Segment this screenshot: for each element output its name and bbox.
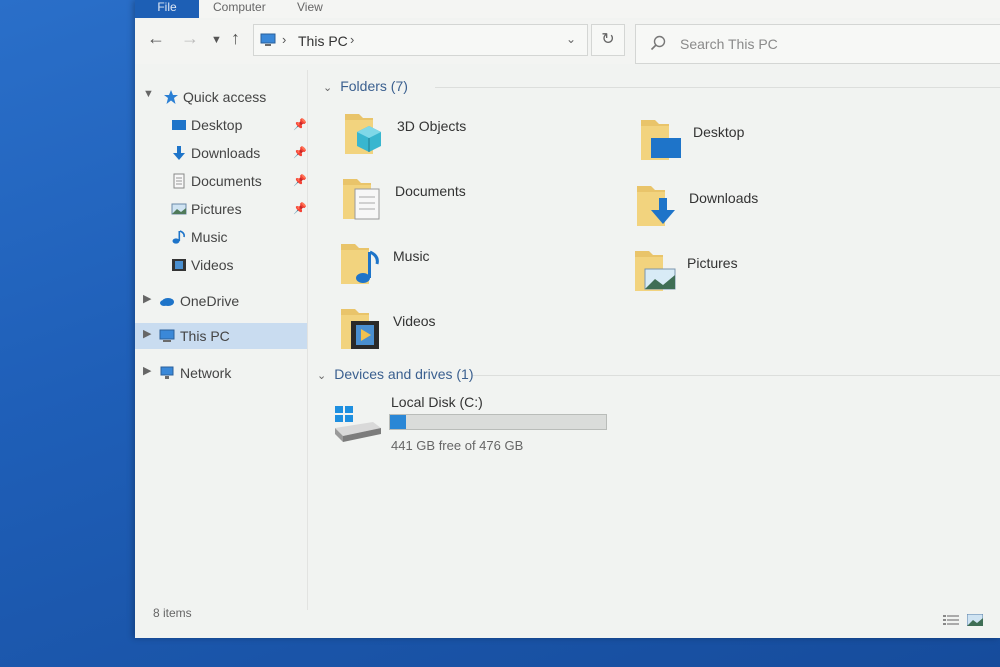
video-film-icon xyxy=(172,259,186,271)
sidebar-item-label: Desktop xyxy=(191,117,243,133)
navigation-bar: ← → ▼ ↑ › This PC › ⌄ ↻ xyxy=(135,20,1000,64)
group-header-label: Devices and drives (1) xyxy=(334,366,474,382)
sidebar-item-label: OneDrive xyxy=(180,293,240,309)
folder-label: Downloads xyxy=(689,190,759,206)
folder-documents-icon xyxy=(343,179,380,220)
search-box[interactable] xyxy=(635,24,1000,64)
pin-icon[interactable]: 📌 xyxy=(293,174,307,187)
folder-videos-icon xyxy=(341,309,379,349)
drive-usage-bar xyxy=(389,414,607,430)
sidebar-item-label: Music xyxy=(191,229,228,245)
folder-label: Videos xyxy=(393,313,436,329)
tab-view[interactable]: View xyxy=(297,0,323,18)
folder-desktop-icon xyxy=(641,120,681,160)
sidebar-item-documents[interactable]: Documents 📌 xyxy=(135,168,307,194)
search-input[interactable] xyxy=(678,35,982,53)
chevron-down-icon[interactable]: ⌄ xyxy=(323,82,332,94)
sidebar-item-desktop[interactable]: Desktop 📌 xyxy=(135,112,307,138)
address-bar[interactable]: › This PC › ⌄ xyxy=(253,24,588,56)
pin-icon[interactable]: 📌 xyxy=(293,146,307,159)
download-arrow-icon xyxy=(173,146,185,160)
folder-label: Pictures xyxy=(687,255,738,271)
navigation-pane: ▼ Quick access Desktop 📌 Downloads 📌 Doc… xyxy=(135,70,308,610)
folder-label: Desktop xyxy=(693,124,745,140)
folder-pictures[interactable]: Pictures xyxy=(633,245,883,301)
sidebar-item-downloads[interactable]: Downloads 📌 xyxy=(135,140,307,166)
sidebar-item-this-pc[interactable]: ▶ This PC xyxy=(135,323,307,349)
up-button[interactable]: ↑ xyxy=(231,28,240,49)
tab-computer[interactable]: Computer xyxy=(213,0,266,18)
folder-3d-objects[interactable]: 3D Objects xyxy=(343,108,593,164)
folder-label: 3D Objects xyxy=(397,118,467,134)
group-divider xyxy=(435,87,1000,88)
drive-label: Local Disk (C:) xyxy=(391,394,483,410)
refresh-button[interactable]: ↻ xyxy=(591,24,625,56)
document-icon xyxy=(173,173,185,189)
folder-pictures-icon xyxy=(635,251,676,291)
folders-group-header[interactable]: ⌄ Folders (7) xyxy=(323,78,408,94)
folder-label: Documents xyxy=(395,183,466,199)
folder-downloads-icon xyxy=(637,186,675,226)
drive-free-space: 441 GB free of 476 GB xyxy=(391,438,524,453)
folder-videos[interactable]: Videos xyxy=(339,303,589,359)
hard-drive-icon xyxy=(335,406,381,442)
folder-desktop[interactable]: Desktop xyxy=(639,114,889,170)
drive-local-disk-c[interactable]: Local Disk (C:) 441 GB free of 476 GB xyxy=(333,392,633,462)
sidebar-item-label: Documents xyxy=(191,173,262,189)
content-pane: ⌄ Folders (7) 3D Objects Desktop Documen… xyxy=(313,70,1000,610)
status-item-count: 8 items xyxy=(153,606,192,620)
pin-icon[interactable]: 📌 xyxy=(293,118,307,131)
chevron-right-icon[interactable]: ▶ xyxy=(143,292,151,305)
sidebar-item-network[interactable]: ▶ Network xyxy=(135,360,307,386)
sidebar-item-label: Videos xyxy=(191,257,234,273)
ribbon-tabs: File Computer View xyxy=(135,0,1000,18)
breadcrumb-this-pc[interactable]: This PC xyxy=(298,33,348,49)
music-note-icon xyxy=(172,230,185,244)
desktop-icon xyxy=(172,120,186,130)
folder-music-icon xyxy=(341,244,379,284)
folder-music[interactable]: Music xyxy=(339,238,589,294)
forward-button[interactable]: → xyxy=(181,28,199,49)
picture-icon xyxy=(171,203,187,215)
sidebar-item-label: Quick access xyxy=(183,89,267,105)
cloud-icon xyxy=(160,298,174,306)
sidebar-item-label: Network xyxy=(180,365,232,381)
star-icon xyxy=(164,90,178,104)
sidebar-item-quick-access[interactable]: ▼ Quick access xyxy=(135,84,307,110)
network-icon xyxy=(160,366,174,379)
group-divider xyxy=(473,375,1000,376)
folder-downloads[interactable]: Downloads xyxy=(635,180,885,236)
pin-icon[interactable]: 📌 xyxy=(293,202,307,215)
chevron-down-icon[interactable]: ▼ xyxy=(143,88,154,100)
sidebar-item-label: Pictures xyxy=(191,201,242,217)
chevron-right-icon[interactable]: ▶ xyxy=(143,327,151,340)
chevron-down-icon[interactable]: ⌄ xyxy=(566,32,576,46)
sidebar-item-videos[interactable]: Videos xyxy=(135,252,307,278)
this-pc-icon xyxy=(260,33,276,46)
recent-locations-chevron-icon[interactable]: ▼ xyxy=(211,34,222,46)
details-view-icon[interactable] xyxy=(943,614,959,626)
this-pc-icon xyxy=(159,329,175,342)
sidebar-item-music[interactable]: Music xyxy=(135,224,307,250)
sidebar-item-label: This PC xyxy=(180,328,230,344)
search-icon xyxy=(650,35,666,51)
devices-group-header[interactable]: ⌄ Devices and drives (1) xyxy=(317,366,474,382)
folder-label: Music xyxy=(393,248,430,264)
chevron-down-icon[interactable]: ⌄ xyxy=(317,370,326,382)
group-header-label: Folders (7) xyxy=(340,78,408,94)
file-explorer-window: File Computer View ⌄ ← → ▼ ↑ › This PC ›… xyxy=(135,0,1000,638)
chevron-right-icon[interactable]: › xyxy=(350,32,354,47)
chevron-right-icon[interactable]: › xyxy=(282,32,286,47)
folder-3d-objects-icon xyxy=(345,114,381,154)
sidebar-item-label: Downloads xyxy=(191,145,261,161)
large-icons-view-icon[interactable] xyxy=(967,614,983,626)
folder-documents[interactable]: Documents xyxy=(341,173,591,229)
drive-usage-fill xyxy=(390,415,406,429)
back-button[interactable]: ← xyxy=(147,28,165,49)
tab-file[interactable]: File xyxy=(135,0,199,18)
chevron-right-icon[interactable]: ▶ xyxy=(143,364,151,377)
sidebar-item-onedrive[interactable]: ▶ OneDrive xyxy=(135,288,307,314)
sidebar-item-pictures[interactable]: Pictures 📌 xyxy=(135,196,307,222)
